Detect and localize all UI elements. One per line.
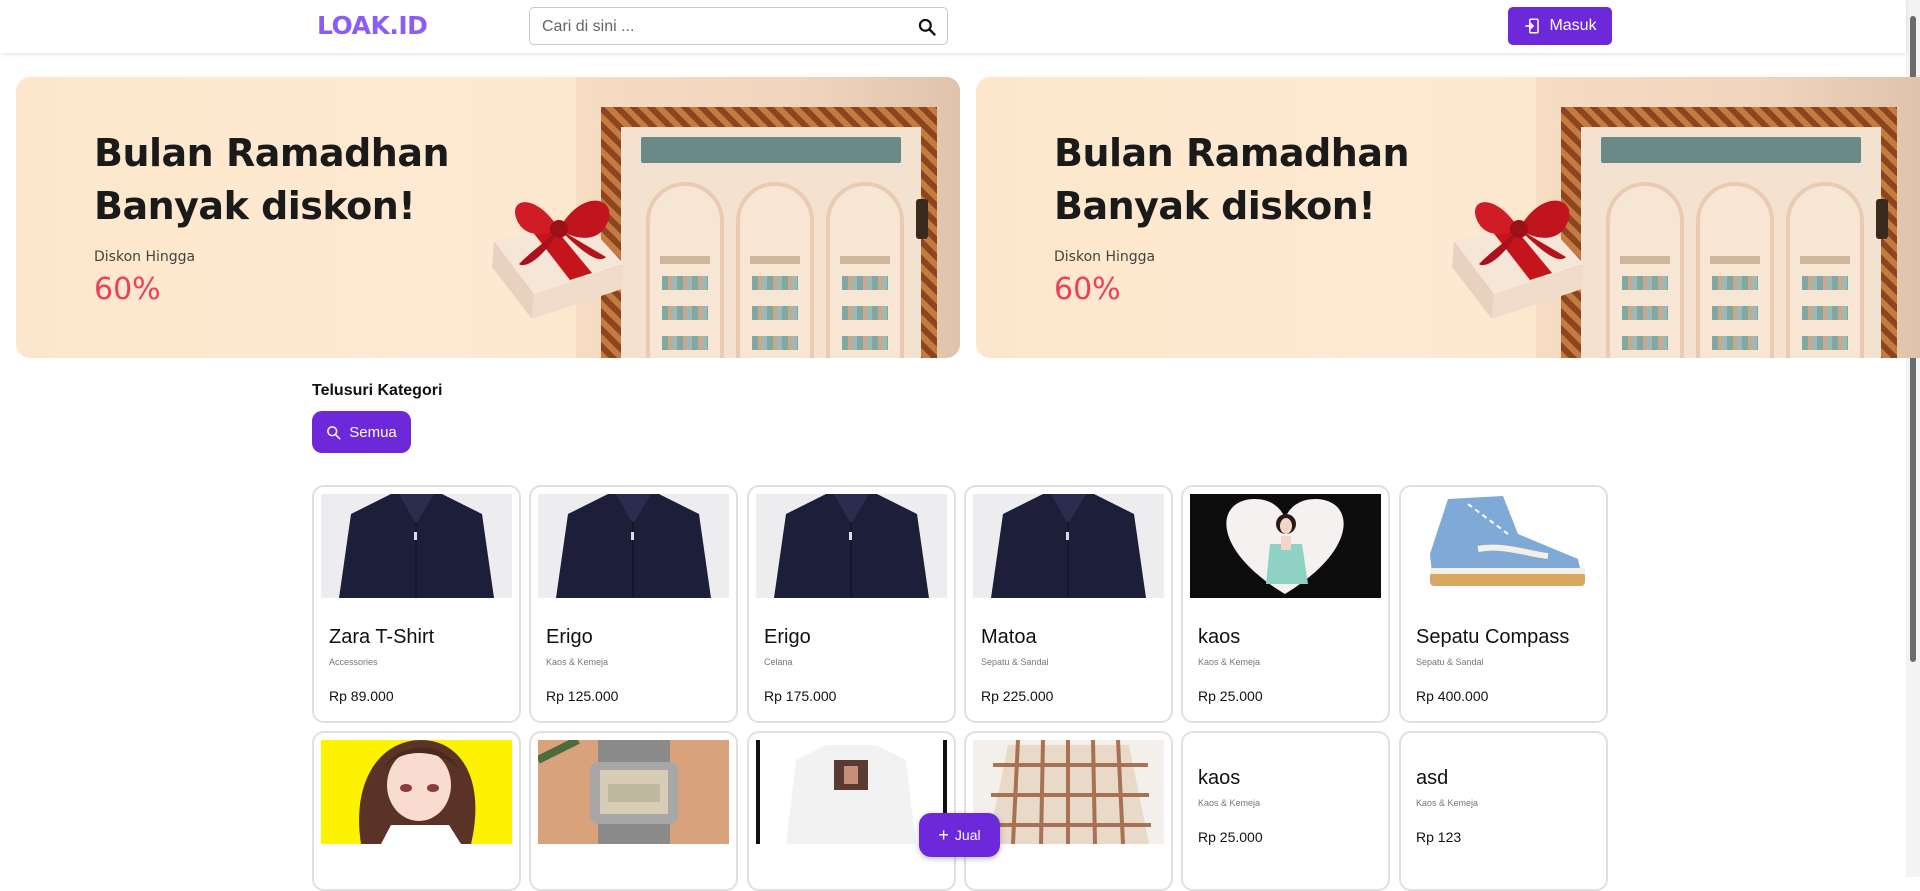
product-card[interactable]: Erigo Kaos & Kemeja Rp 125.000 (529, 485, 738, 723)
product-category: Sepatu & Sandal (981, 657, 1049, 667)
banner-discount: 60% (1054, 272, 1121, 307)
header: LOAK.ID Masuk (0, 0, 1906, 53)
sell-button[interactable]: + Jual (919, 813, 1000, 857)
login-icon (1525, 18, 1540, 34)
banner-arch (826, 182, 904, 358)
product-category: Kaos & Kemeja (1416, 798, 1479, 808)
product-category: Accessories (329, 657, 378, 667)
login-button[interactable]: Masuk (1508, 7, 1612, 45)
banner-arch (1786, 182, 1864, 358)
product-category: Sepatu & Sandal (1416, 657, 1484, 667)
product-image (973, 740, 1164, 844)
banner-arch (1606, 182, 1684, 358)
gift-icon (492, 200, 624, 319)
product-name: kaos (1198, 626, 1241, 648)
product-card[interactable] (312, 731, 521, 891)
product-price: Rp 225.000 (981, 688, 1054, 704)
category-heading: Telusuri Kategori (312, 382, 443, 399)
banner-arch (736, 182, 814, 358)
product-image (756, 494, 947, 598)
product-card[interactable]: kaos Kaos & Kemeja Rp 25.000 (1181, 485, 1390, 723)
product-price: Rp 89.000 (329, 688, 394, 704)
product-category: Kaos & Kemeja (546, 657, 609, 667)
banner-title: Bulan Ramadhan Banyak diskon! (94, 131, 450, 228)
product-category: Celana (764, 657, 793, 667)
product-image (538, 494, 729, 598)
search-icon (327, 425, 341, 439)
product-name: Erigo (546, 626, 593, 648)
product-name: Sepatu Compass (1416, 626, 1570, 648)
product-image (538, 740, 729, 844)
product-price: Rp 123 (1416, 829, 1462, 845)
product-card[interactable]: Sepatu Compass Sepatu & Sandal Rp 400.00… (1399, 485, 1608, 723)
banner-discount: 60% (94, 272, 161, 307)
product-card[interactable]: Zara T-Shirt Accessories Rp 89.000 (312, 485, 521, 723)
product-card[interactable] (964, 731, 1173, 891)
product-name: Zara T-Shirt (329, 626, 435, 648)
product-price: Rp 125.000 (546, 688, 619, 704)
calligraphy-band (1601, 137, 1861, 163)
gift-icon (1452, 200, 1584, 319)
sell-label: Jual (954, 827, 981, 843)
search-bar[interactable] (529, 7, 948, 45)
banner-arch (646, 182, 724, 358)
search-icon[interactable] (917, 17, 937, 37)
product-name: Matoa (981, 626, 1037, 648)
product-price: Rp 25.000 (1198, 688, 1263, 704)
product-image (1408, 494, 1599, 598)
promo-banner[interactable]: Bulan Ramadhan Banyak diskon! Diskon Hin… (976, 77, 1920, 358)
calligraphy-band (641, 137, 901, 163)
product-price: Rp 400.000 (1416, 688, 1489, 704)
product-card[interactable]: Erigo Celana Rp 175.000 (747, 485, 956, 723)
product-card[interactable]: Matoa Sepatu & Sandal Rp 225.000 (964, 485, 1173, 723)
product-image (321, 494, 512, 598)
lamp-icon (1876, 199, 1888, 239)
banner-subtitle: Diskon Hingga (94, 249, 196, 265)
product-name: Erigo (764, 626, 811, 648)
product-category: Kaos & Kemeja (1198, 798, 1261, 808)
product-price: Rp 175.000 (764, 688, 837, 704)
banner-subtitle: Diskon Hingga (1054, 249, 1156, 265)
product-name: asd (1416, 767, 1449, 789)
category-all-label: Semua (349, 423, 397, 441)
product-card[interactable] (529, 731, 738, 891)
product-category: Kaos & Kemeja (1198, 657, 1261, 667)
logo[interactable]: LOAK.ID (317, 11, 428, 40)
category-all-button[interactable]: Semua (312, 411, 411, 453)
banner-arch (1696, 182, 1774, 358)
promo-banner[interactable]: Bulan Ramadhan Banyak diskon! Diskon Hin… (16, 77, 960, 358)
product-price: Rp 25.000 (1198, 829, 1263, 845)
product-card[interactable] (747, 731, 956, 891)
product-card[interactable]: asd Kaos & Kemeja Rp 123 (1399, 731, 1608, 891)
product-image (973, 494, 1164, 598)
product-name: kaos (1198, 767, 1241, 789)
lamp-icon (916, 199, 928, 239)
banner-title: Bulan Ramadhan Banyak diskon! (1054, 131, 1410, 228)
product-image (1190, 494, 1381, 598)
plus-icon: + (938, 825, 949, 845)
search-input[interactable] (542, 16, 902, 38)
product-card[interactable]: kaos Kaos & Kemeja Rp 25.000 (1181, 731, 1390, 891)
login-label: Masuk (1549, 17, 1597, 34)
product-image (321, 740, 512, 844)
